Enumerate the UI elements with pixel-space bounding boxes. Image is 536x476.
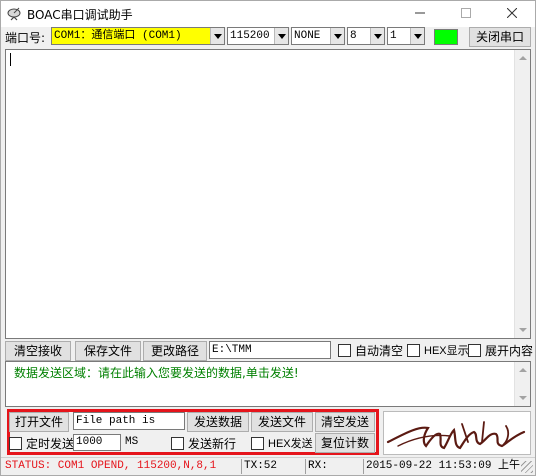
save-path-input[interactable]: E:\TMM — [209, 341, 331, 359]
baud-rate-value: 115200 — [230, 30, 270, 42]
stop-bits-value: 1 — [390, 30, 397, 42]
port-status-indicator — [434, 29, 458, 45]
chevron-down-icon[interactable] — [274, 28, 288, 44]
parity-select[interactable]: NONE — [291, 27, 345, 45]
checkbox-box[interactable] — [338, 343, 351, 357]
expand-content-label: 展开内容 — [485, 343, 534, 358]
hex-send-label: HEX发送 — [268, 438, 313, 450]
stop-bits-select[interactable]: 1 — [387, 27, 425, 45]
chevron-down-icon[interactable] — [210, 28, 224, 44]
clear-send-button[interactable]: 清空发送 — [315, 412, 375, 432]
satellite-dish-icon — [7, 7, 23, 21]
app-window: BOAC串口调试助手 端口号: COM1：通信端口 (COM1) 115200 — [0, 0, 536, 476]
scroll-up-icon[interactable] — [515, 362, 530, 378]
maximize-button[interactable] — [443, 1, 489, 27]
scroll-down-icon[interactable] — [515, 322, 530, 338]
send-file-button[interactable]: 发送文件 — [251, 412, 313, 432]
maximize-icon — [461, 7, 471, 21]
data-bits-value: 8 — [350, 30, 357, 42]
parity-value: NONE — [294, 30, 321, 42]
send-hint-text: 数据发送区域：请在此输入您要发送的数据,单击发送! — [14, 366, 299, 380]
checkbox-box[interactable] — [407, 343, 420, 357]
send-area[interactable]: 数据发送区域：请在此输入您要发送的数据,单击发送! — [5, 361, 531, 407]
checkbox-box[interactable] — [251, 436, 264, 450]
port-select-value: COM1：通信端口 (COM1) — [54, 30, 182, 42]
scroll-up-icon[interactable] — [515, 50, 530, 66]
clear-receive-button[interactable]: 清空接收 — [5, 341, 71, 361]
timed-send-checkbox[interactable]: 定时发送 — [9, 435, 74, 451]
open-file-button[interactable]: 打开文件 — [9, 412, 69, 432]
minimize-button[interactable] — [397, 1, 443, 27]
hex-display-label: HEX显示 — [424, 345, 469, 357]
change-path-button[interactable]: 更改路径 — [143, 341, 207, 361]
text-cursor — [10, 53, 11, 66]
scroll-down-icon[interactable] — [515, 390, 530, 406]
rx-counter: RX: — [305, 459, 361, 474]
timed-send-label: 定时发送 — [26, 436, 75, 451]
close-port-button[interactable]: 关闭串口 — [469, 27, 531, 47]
send-data-button[interactable]: 发送数据 — [187, 412, 249, 432]
chevron-down-icon[interactable] — [330, 28, 344, 44]
minimize-icon — [415, 7, 425, 21]
baud-rate-select[interactable]: 115200 — [227, 27, 289, 45]
interval-unit-label: MS — [125, 436, 139, 448]
auto-clear-checkbox[interactable]: 自动清空 — [338, 342, 403, 358]
clock: 2015-09-22 11:53:09 上午 — [363, 459, 520, 474]
receive-area[interactable] — [5, 49, 531, 339]
close-icon — [506, 7, 518, 21]
status-bar: STATUS: COM1 OPEND, 115200,N,8,1 TX:52 R… — [1, 457, 535, 475]
expand-content-checkbox[interactable]: 展开内容 — [468, 342, 533, 358]
send-newline-label: 发送新行 — [188, 436, 237, 451]
send-scrollbar[interactable] — [514, 362, 530, 406]
checkbox-box[interactable] — [468, 343, 481, 357]
chevron-down-icon[interactable] — [410, 28, 424, 44]
checkbox-box[interactable] — [171, 436, 184, 450]
reset-count-button[interactable]: 复位计数 — [315, 433, 375, 453]
connection-status: STATUS: COM1 OPEND, 115200,N,8,1 — [5, 460, 217, 472]
data-bits-select[interactable]: 8 — [347, 27, 385, 45]
hex-display-checkbox[interactable]: HEX显示 — [407, 342, 469, 358]
chevron-down-icon[interactable] — [370, 28, 384, 44]
title-bar: BOAC串口调试助手 — [1, 1, 535, 27]
checkbox-box[interactable] — [9, 436, 22, 450]
port-settings-row: 端口号: COM1：通信端口 (COM1) 115200 NONE 8 1 — [1, 27, 535, 47]
close-button[interactable] — [489, 1, 535, 27]
send-interval-input[interactable]: 1000 — [73, 434, 121, 451]
signature-logo — [383, 411, 531, 455]
window-title: BOAC串口调试助手 — [27, 8, 133, 22]
send-newline-checkbox[interactable]: 发送新行 — [171, 435, 236, 451]
resize-grip-icon[interactable] — [521, 461, 533, 473]
tx-counter: TX:52 — [241, 459, 303, 474]
save-file-button[interactable]: 保存文件 — [75, 341, 141, 361]
port-label: 端口号: — [5, 31, 46, 45]
hex-send-checkbox[interactable]: HEX发送 — [251, 435, 313, 451]
port-select[interactable]: COM1：通信端口 (COM1) — [51, 27, 225, 45]
auto-clear-label: 自动清空 — [355, 343, 404, 358]
receive-scrollbar[interactable] — [514, 50, 530, 338]
file-path-input[interactable]: File path is — [73, 412, 185, 430]
